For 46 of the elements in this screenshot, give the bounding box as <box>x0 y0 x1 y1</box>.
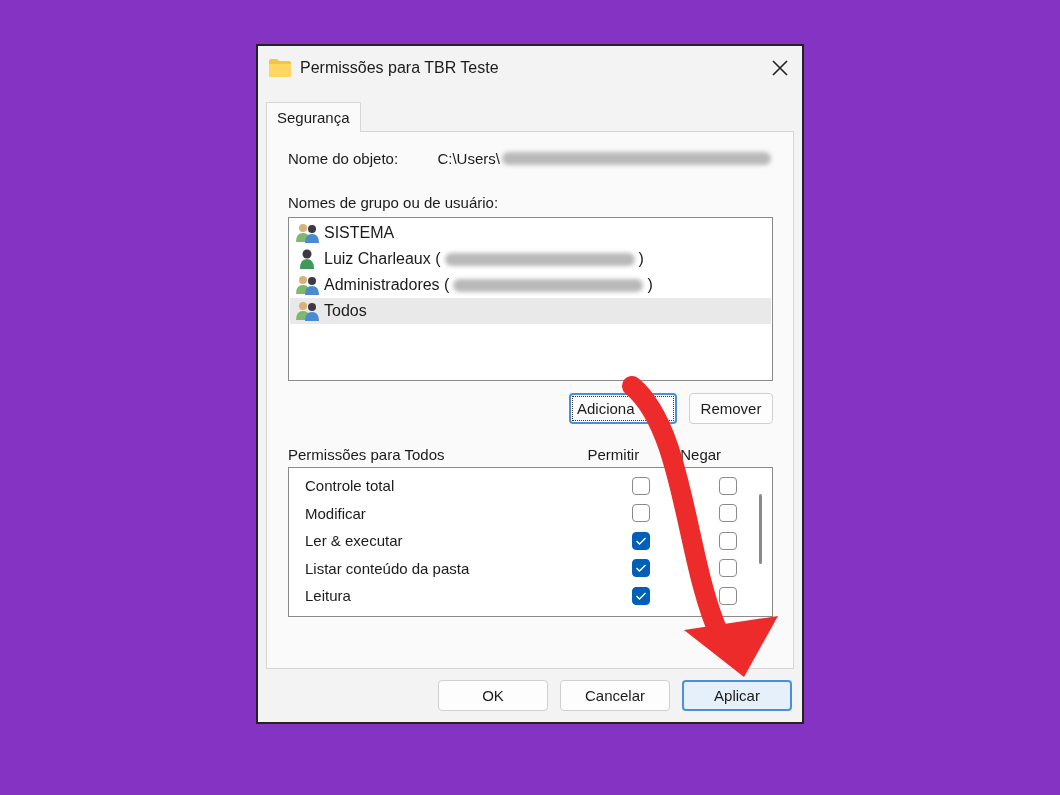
deny-checkbox[interactable] <box>719 504 738 523</box>
users-icon <box>296 223 320 243</box>
deny-checkbox[interactable] <box>719 586 738 605</box>
close-icon[interactable] <box>772 60 788 76</box>
closing-parenthesis: ) <box>647 276 653 294</box>
group-list-item[interactable]: Administradores ( ) <box>290 272 771 298</box>
group-list-label: Nomes de grupo ou de usuário: <box>288 194 500 211</box>
allow-checkbox[interactable] <box>631 476 650 495</box>
scrollbar[interactable] <box>759 494 762 564</box>
allow-checkbox[interactable] <box>631 586 650 605</box>
permission-name: Controle total <box>304 477 396 495</box>
users-icon <box>296 275 320 295</box>
permission-name: Ler & executar <box>304 532 404 550</box>
allow-checkbox[interactable] <box>631 504 650 523</box>
check-icon <box>634 563 647 574</box>
deny-checkbox[interactable] <box>719 531 738 550</box>
permissions-title: Permissões para Todos <box>288 446 446 463</box>
group-button[interactable]: Remover <box>689 393 773 424</box>
dialog-button[interactable]: OK <box>438 680 548 711</box>
group-list-item[interactable]: Luiz Charleaux ( ) <box>290 246 771 272</box>
allow-column-header: Permitir <box>587 446 641 463</box>
group-name: SISTEMA <box>324 224 395 242</box>
security-tab[interactable]: Segurança <box>266 102 361 132</box>
permission-name: Leitura <box>304 587 352 605</box>
deny-column-header: Negar <box>680 446 723 463</box>
allow-checkbox[interactable] <box>631 531 650 550</box>
permission-name: Modificar <box>304 504 367 522</box>
dialog-button[interactable]: Aplicar <box>682 680 792 711</box>
permission-name: Listar conteúdo da pasta <box>304 559 471 577</box>
object-name-label: Nome do objeto: <box>288 150 400 167</box>
check-icon <box>634 535 647 546</box>
group-list-item[interactable]: Todos <box>290 298 771 324</box>
object-path: C:\Users\ <box>437 150 500 167</box>
closing-parenthesis: ) <box>638 250 644 268</box>
deny-checkbox[interactable] <box>719 476 738 495</box>
group-list-item[interactable]: SISTEMA <box>290 220 771 246</box>
check-icon <box>634 590 647 601</box>
dialog-button[interactable]: Cancelar <box>560 680 670 711</box>
window-title: Permissões para TBR Teste <box>300 59 500 77</box>
group-name: Luiz Charleaux ( <box>324 250 441 268</box>
deny-checkbox[interactable] <box>719 559 738 578</box>
users-icon <box>296 301 320 321</box>
group-name: Todos <box>324 302 367 320</box>
allow-checkbox[interactable] <box>631 559 650 578</box>
folder-icon <box>268 58 292 78</box>
group-name: Administradores ( <box>324 276 450 294</box>
